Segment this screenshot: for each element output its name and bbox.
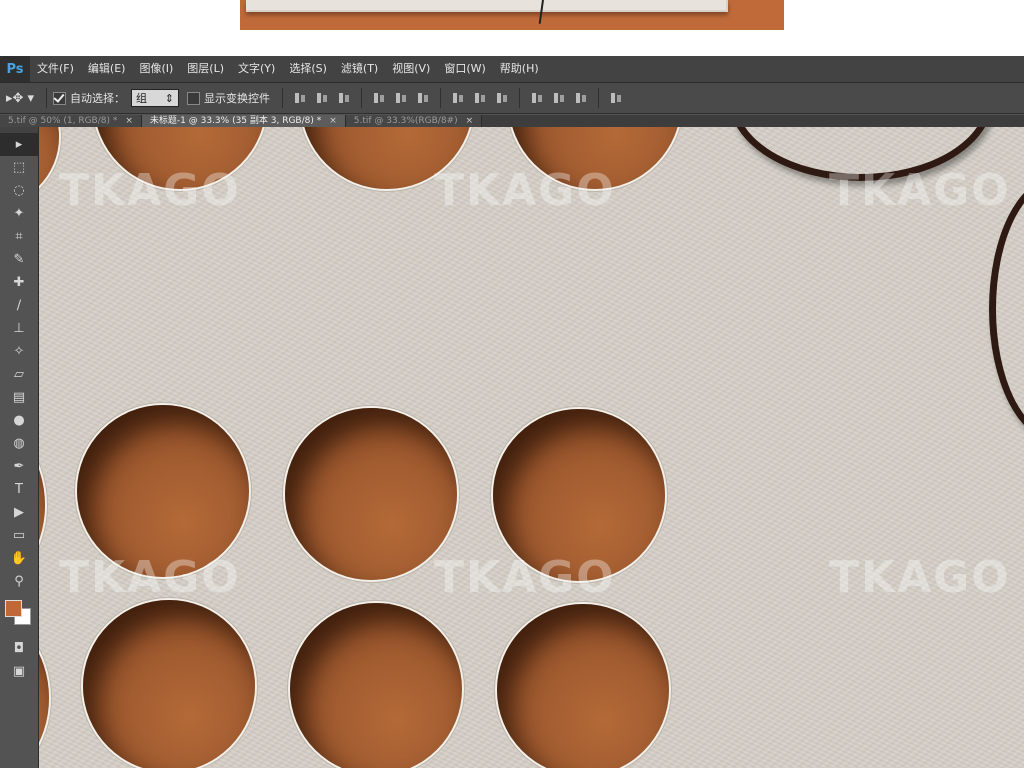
quick-mask-icon[interactable]: ◘ <box>0 637 38 660</box>
hole <box>39 127 59 207</box>
auto-align-layers-icon[interactable] <box>608 90 624 106</box>
crop-icon[interactable]: ⌗ <box>0 225 38 248</box>
history-brush-icon[interactable]: ✧ <box>0 340 38 363</box>
preview-paper <box>246 0 728 12</box>
healing-brush-icon[interactable]: ✚ <box>0 271 38 294</box>
distribute-left-icon[interactable] <box>529 90 545 106</box>
align-left-icon[interactable] <box>371 90 387 106</box>
hole <box>83 600 255 768</box>
rectangle-icon[interactable]: ▭ <box>0 524 38 547</box>
tab-doc-2[interactable]: 未标题-1 @ 33.3% (35 副本 3, RGB/8) * × <box>141 115 346 127</box>
pen-icon[interactable]: ✒ <box>0 455 38 478</box>
eyedropper-icon[interactable]: ✎ <box>0 248 38 271</box>
options-bar: ▸✥ ▾ 自动选择： 组 ⇕ 显示变换控件 <box>0 83 1024 114</box>
menu-image[interactable]: 图像(I) <box>132 56 180 82</box>
hole <box>285 408 457 580</box>
divider <box>598 88 599 108</box>
show-transform-checkbox[interactable]: 显示变换控件 <box>187 90 270 106</box>
align-bottom-icon[interactable] <box>336 90 352 106</box>
ps-logo: Ps <box>0 56 30 82</box>
menu-layer[interactable]: 图层(L) <box>180 56 231 82</box>
align-hcenter-icon[interactable] <box>393 90 409 106</box>
checkbox-unchecked-icon[interactable] <box>187 91 200 105</box>
menu-file[interactable]: 文件(F) <box>30 56 81 82</box>
menu-edit[interactable]: 编辑(E) <box>81 56 133 82</box>
menu-filter[interactable]: 滤镜(T) <box>334 56 385 82</box>
watermark-text: TKAGO <box>434 165 616 216</box>
foreground-color-swatch[interactable] <box>5 600 22 617</box>
show-transform-label: 显示变换控件 <box>204 92 270 105</box>
distribute-bottom-icon[interactable] <box>494 90 510 106</box>
distribute-right-icon[interactable] <box>573 90 589 106</box>
close-icon[interactable]: × <box>329 116 337 126</box>
distribute-hcenter-icon[interactable] <box>551 90 567 106</box>
top-preview-image <box>240 0 784 30</box>
clone-stamp-icon[interactable]: ⊥ <box>0 317 38 340</box>
tab-label: 5.tif @ 50% (1, RGB/8) * <box>8 116 118 126</box>
menu-help[interactable]: 帮助(H) <box>493 56 546 82</box>
hole <box>39 419 45 591</box>
tool-list: ▸ ⬚ ◌ ✦ ⌗ ✎ ✚ ∕ ⊥ ✧ ▱ ▤ ● ◍ ✒ T ▶ ▭ ✋ ⚲ <box>0 133 38 593</box>
auto-select-dropdown[interactable]: 组 ⇕ <box>131 89 179 107</box>
zoom-icon[interactable]: ⚲ <box>0 570 38 593</box>
watermark-text: TKAGO <box>59 552 241 603</box>
type-icon[interactable]: T <box>0 478 38 501</box>
divider <box>282 88 283 108</box>
watermark-text: TKAGO <box>829 552 1011 603</box>
auto-select-checkbox[interactable]: 自动选择： <box>53 90 125 106</box>
hand-icon[interactable]: ✋ <box>0 547 38 570</box>
tab-doc-3[interactable]: 5.tif @ 33.3%(RGB/8#) × <box>345 115 483 127</box>
menu-select[interactable]: 选择(S) <box>282 56 334 82</box>
color-swatches[interactable] <box>0 593 38 637</box>
hole <box>290 603 462 768</box>
distribute-vcenter-icon[interactable] <box>472 90 488 106</box>
blur-icon[interactable]: ● <box>0 409 38 432</box>
hole <box>39 612 49 768</box>
marquee-icon[interactable]: ⬚ <box>0 156 38 179</box>
dodge-icon[interactable]: ◍ <box>0 432 38 455</box>
divider <box>440 88 441 108</box>
divider <box>361 88 362 108</box>
distribute-top-icon[interactable] <box>450 90 466 106</box>
tab-label: 未标题-1 @ 33.3% (35 副本 3, RGB/8) * <box>149 116 322 126</box>
gradient-icon[interactable]: ▤ <box>0 386 38 409</box>
align-right-icon[interactable] <box>415 90 431 106</box>
menu-window[interactable]: 窗口(W) <box>437 56 492 82</box>
watermark-text: TKAGO <box>434 552 616 603</box>
watermark-text: TKAGO <box>829 165 1011 216</box>
tab-doc-1[interactable]: 5.tif @ 50% (1, RGB/8) * × <box>0 115 142 127</box>
auto-select-value: 组 <box>136 92 147 105</box>
wire-hook <box>989 177 1024 441</box>
photoshop-window: Ps 文件(F) 编辑(E) 图像(I) 图层(L) 文字(Y) 选择(S) 滤… <box>0 56 1024 768</box>
close-icon[interactable]: × <box>125 116 133 126</box>
divider <box>519 88 520 108</box>
chevron-updown-icon: ⇕ <box>164 91 174 105</box>
move-tool-preset-icon[interactable]: ▸✥ ▾ <box>0 83 40 113</box>
menu-type[interactable]: 文字(Y) <box>231 56 282 82</box>
brush-icon[interactable]: ∕ <box>0 294 38 317</box>
align-top-icon[interactable] <box>292 90 308 106</box>
menu-view[interactable]: 视图(V) <box>385 56 437 82</box>
screen-mode-icon[interactable]: ▣ <box>0 660 38 683</box>
document-canvas[interactable]: TKAGO TKAGO TKAGO TKAGO TKAGO TKAGO <box>39 127 1024 768</box>
lasso-icon[interactable]: ◌ <box>0 179 38 202</box>
eraser-icon[interactable]: ▱ <box>0 363 38 386</box>
move-icon[interactable]: ▸ <box>0 133 38 156</box>
tab-label: 5.tif @ 33.3%(RGB/8#) <box>353 116 458 126</box>
checkbox-checked-icon[interactable] <box>53 91 66 105</box>
magic-wand-icon[interactable]: ✦ <box>0 202 38 225</box>
menu-bar: Ps 文件(F) 编辑(E) 图像(I) 图层(L) 文字(Y) 选择(S) 滤… <box>0 56 1024 83</box>
hole <box>497 604 669 768</box>
auto-select-label: 自动选择： <box>70 92 125 105</box>
document-tabs: 5.tif @ 50% (1, RGB/8) * × 未标题-1 @ 33.3% … <box>0 115 1024 127</box>
close-icon[interactable]: × <box>466 116 474 126</box>
watermark-text: TKAGO <box>59 165 241 216</box>
path-selection-icon[interactable]: ▶ <box>0 501 38 524</box>
align-vcenter-icon[interactable] <box>314 90 330 106</box>
toolbox: ▸ ⬚ ◌ ✦ ⌗ ✎ ✚ ∕ ⊥ ✧ ▱ ▤ ● ◍ ✒ T ▶ ▭ ✋ ⚲ ◘ ▣ <box>0 127 39 768</box>
divider <box>46 88 47 108</box>
